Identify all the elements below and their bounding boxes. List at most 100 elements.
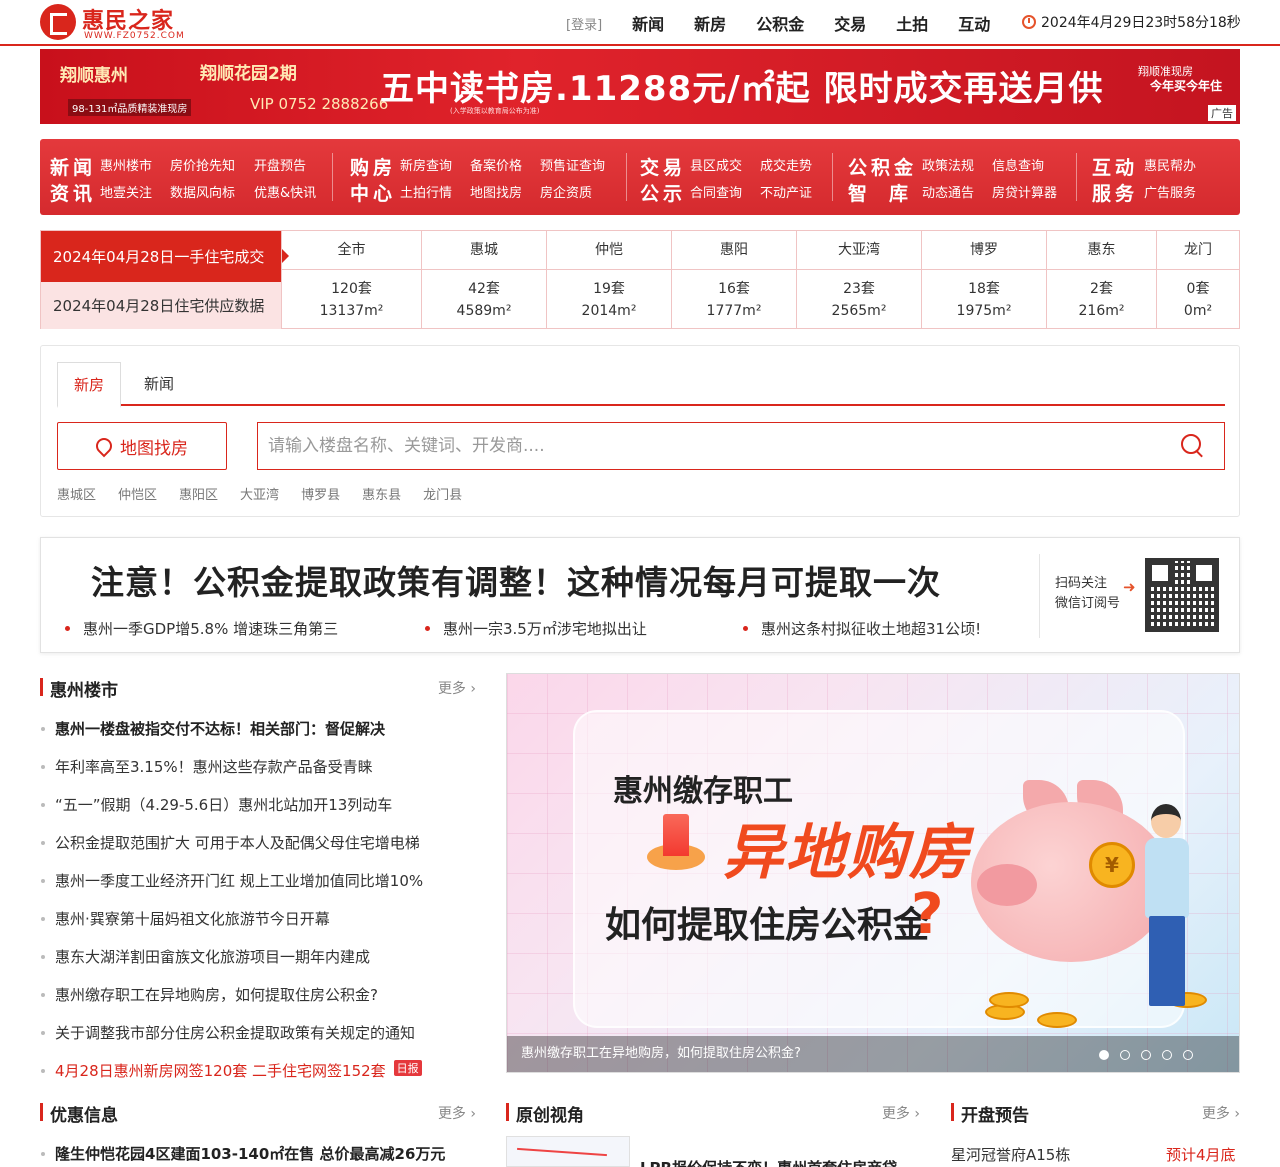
cat-link[interactable]: 惠民帮办	[1144, 155, 1196, 174]
article-thumbnail[interactable]	[506, 1136, 630, 1167]
more-link[interactable]: 更多 ›	[438, 1103, 476, 1123]
more-link[interactable]: 更多 ›	[882, 1103, 920, 1123]
banner-project: 翔顺花园2期	[200, 64, 297, 84]
nav-land-auction[interactable]: 土拍	[896, 11, 928, 35]
district-link[interactable]: 仲恺区	[118, 484, 157, 503]
cat-link[interactable]: 不动产证	[760, 182, 812, 201]
deal-units: 0套	[1186, 281, 1210, 297]
cat-link[interactable]: 土拍行情	[400, 182, 452, 201]
cat-link[interactable]: 地壹关注	[100, 182, 152, 201]
market-section-header: 惠州楼市 更多 ›	[40, 676, 476, 701]
search-input[interactable]	[257, 422, 1225, 470]
map-pin-icon	[92, 434, 116, 458]
carousel-dot[interactable]	[1099, 1050, 1109, 1060]
deal-column[interactable]: 大亚湾 23套 2565m²	[796, 231, 921, 329]
cat-link[interactable]: 房企资质	[540, 182, 592, 201]
carousel-dot[interactable]	[1141, 1050, 1151, 1060]
nav-new-homes[interactable]: 新房	[694, 11, 726, 35]
headline-sub-link[interactable]: 惠州一宗3.5万㎡涉宅地拟出让	[425, 618, 647, 639]
deal-column[interactable]: 惠城 42套 4589m²	[421, 231, 546, 329]
category-service: 互动 服务 惠民帮办 广告服务	[1092, 139, 1232, 215]
list-item[interactable]: 惠州缴存职工在异地购房，如何提取住房公积金?	[41, 984, 378, 1005]
nav-transactions[interactable]: 交易	[834, 11, 866, 35]
deal-column[interactable]: 惠东 2套 216m²	[1046, 231, 1156, 329]
more-link[interactable]: 更多 ›	[1202, 1103, 1240, 1123]
headline-title[interactable]: 注意！公积金提取政策有调整！这种情况每月可提取一次	[91, 556, 941, 604]
list-item[interactable]: “五一”假期（4.29-5.6日）惠州北站加开13列动车	[40, 794, 392, 815]
district-link[interactable]: 大亚湾	[240, 484, 279, 503]
opening-date: 预计4月底	[1166, 1146, 1236, 1164]
deal-column[interactable]: 博罗 18套 1975m²	[921, 231, 1046, 329]
more-link[interactable]: 更多 ›	[438, 678, 476, 698]
cat-link[interactable]: 数据风向标	[170, 182, 235, 201]
district-link[interactable]: 惠城区	[57, 484, 96, 503]
cat-link[interactable]: 成交走势	[760, 155, 812, 174]
nav-housing-fund[interactable]: 公积金	[756, 11, 804, 35]
cat-link[interactable]: 房贷计算器	[992, 182, 1057, 201]
site-logo[interactable]: 惠民之家 WWW.FZ0752.COM	[40, 4, 200, 42]
cat-link[interactable]: 广告服务	[1144, 182, 1196, 201]
banner-ad[interactable]: 翔顺惠州 翔顺花园2期 98-131㎡品质精装准现房 VIP 0752 2888…	[40, 49, 1240, 124]
deal-district: 惠城	[422, 231, 546, 270]
list-item[interactable]: 关于调整我市部分住房公积金提取政策有关规定的通知	[40, 1022, 415, 1043]
cat-link[interactable]: 新房查询	[400, 155, 452, 174]
cat-link[interactable]: 动态通告	[922, 182, 974, 201]
image-carousel[interactable]: 惠州缴存职工 异地购房 如何提取住房公积金 ? ¥ 惠州缴存职工在异地购房，如何…	[506, 673, 1240, 1073]
list-item[interactable]: 惠州一季度工业经济开门红 规上工业增加值同比增10%	[40, 870, 423, 891]
cat-link[interactable]: 惠州楼市	[100, 155, 152, 174]
banner-brand: 翔顺惠州	[60, 66, 128, 86]
headline-sub-link[interactable]: 惠州这条村拟征收土地超31公顷!	[742, 618, 981, 639]
nav-interaction[interactable]: 互动	[958, 11, 990, 35]
supply-label[interactable]: 2024年04月28日住宅供应数据	[41, 282, 281, 329]
list-item[interactable]: 惠州一楼盘被指交付不达标！相关部门：督促解决	[40, 718, 385, 739]
cat-link[interactable]: 政策法规	[922, 155, 974, 174]
headline-sub-link[interactable]: 惠州一季GDP增5.8% 增速珠三角第三	[64, 618, 338, 639]
map-search-button[interactable]: 地图找房	[57, 422, 227, 470]
carousel-dot[interactable]	[1162, 1050, 1172, 1060]
cat-link[interactable]: 备案价格	[470, 155, 522, 174]
category-title: 资讯	[50, 183, 97, 205]
deal-units: 42套	[468, 281, 500, 297]
opening-project[interactable]: 星河冠誉府A15栋	[951, 1144, 1070, 1165]
category-title: 交易	[640, 157, 687, 179]
list-item[interactable]: 惠东大湖洋割田畲族文化旅游项目一期年内建成	[40, 946, 370, 967]
carousel-dot[interactable]	[1120, 1050, 1130, 1060]
nav-news[interactable]: 新闻	[632, 11, 664, 35]
cat-link[interactable]: 合同查询	[690, 182, 742, 201]
list-item[interactable]: 惠州·巽寮第十届妈祖文化旅游节今日开幕	[41, 908, 330, 929]
cat-link[interactable]: 开盘预告	[254, 155, 306, 174]
list-item[interactable]: 隆生仲恺花园4区建面103-140㎡在售 总价最高减26万元	[40, 1143, 445, 1164]
district-link[interactable]: 龙门县	[423, 484, 462, 503]
question-mark-icon: ?	[911, 882, 944, 947]
list-item[interactable]: 公积金提取范围扩大 可用于本人及配偶父母住宅增电梯	[41, 832, 420, 853]
deal-column[interactable]: 惠阳 16套 1777m²	[671, 231, 796, 329]
district-link[interactable]: 博罗县	[301, 484, 340, 503]
list-item-text: 4月28日惠州新房网签120套 二手住宅网签152套	[55, 1062, 386, 1080]
deal-column[interactable]: 仲恺 19套 2014m²	[546, 231, 671, 329]
tab-news[interactable]: 新闻	[129, 362, 189, 406]
cat-link[interactable]: 房价抢先知	[170, 155, 235, 174]
pig-snout	[977, 864, 1037, 906]
slide-line-3: 如何提取住房公积金	[605, 905, 930, 946]
deal-label[interactable]: 2024年04月28日一手住宅成交	[41, 231, 289, 282]
district-link[interactable]: 惠阳区	[179, 484, 218, 503]
district-link[interactable]: 惠东县	[362, 484, 401, 503]
cat-link[interactable]: 县区成交	[690, 155, 742, 174]
carousel-dot[interactable]	[1183, 1050, 1193, 1060]
tab-new-homes[interactable]: 新房	[57, 362, 121, 408]
deal-column[interactable]: 全市 120套 13137m²	[281, 231, 421, 329]
login-link[interactable]: [登录]	[566, 14, 602, 33]
cat-link[interactable]: 地图找房	[470, 182, 522, 201]
deal-column[interactable]: 龙门 0套 0m²	[1156, 231, 1239, 329]
top-bar: 惠民之家 WWW.FZ0752.COM [登录] 新闻 新房 公积金 交易 土拍…	[0, 0, 1280, 46]
search-icon[interactable]	[1181, 434, 1205, 458]
banner-size-note: 98-131㎡品质精装准现房	[68, 99, 192, 116]
deal-district: 惠阳	[672, 231, 796, 270]
article-title[interactable]: LPR报价保持不变！惠州首套住房商贷	[640, 1157, 897, 1167]
list-item[interactable]: 4月28日惠州新房网签120套 二手住宅网签152套 日报	[41, 1060, 422, 1081]
cat-link[interactable]: 优惠&快讯	[254, 182, 316, 201]
category-fund: 公积金 智库 政策法规 信息查询 动态通告 房贷计算器	[848, 139, 1078, 215]
cat-link[interactable]: 信息查询	[992, 155, 1044, 174]
list-item[interactable]: 年利率高至3.15%！惠州这些存款产品备受青睐	[41, 756, 373, 777]
cat-link[interactable]: 预售证查询	[540, 155, 605, 174]
